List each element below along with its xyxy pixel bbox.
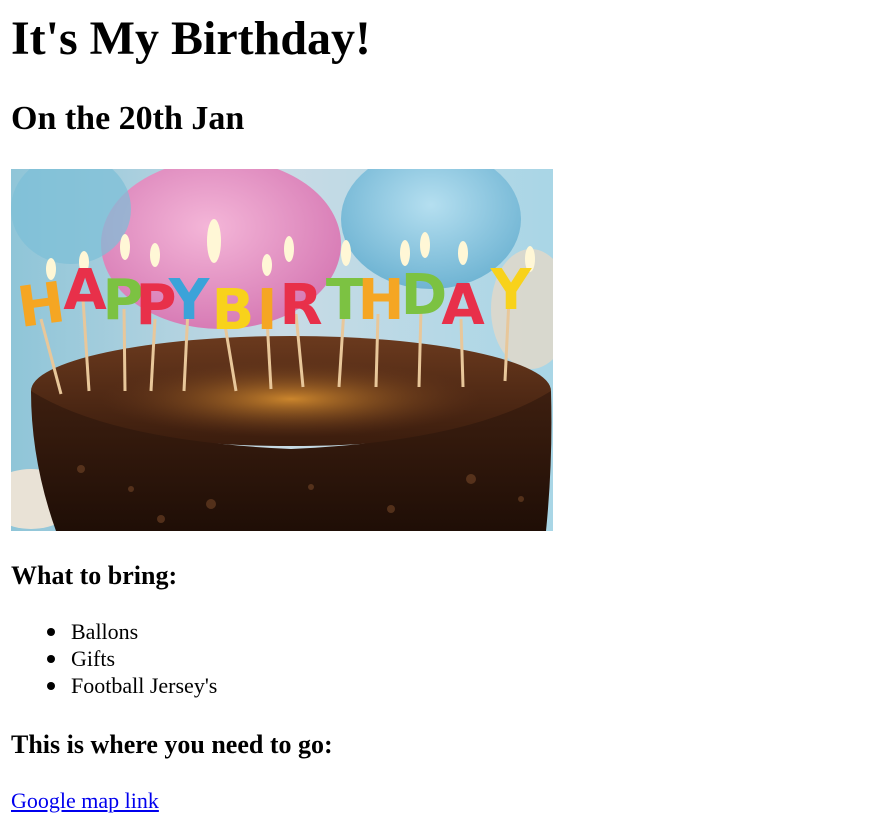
list-item: Ballons bbox=[47, 618, 217, 645]
svg-text:H: H bbox=[358, 268, 405, 333]
svg-text:A: A bbox=[63, 258, 107, 323]
svg-text:D: D bbox=[401, 263, 447, 328]
svg-text:I: I bbox=[257, 278, 278, 343]
page-title: It's My Birthday! bbox=[11, 12, 371, 65]
svg-text:B: B bbox=[212, 278, 255, 343]
list-item: Football Jersey's bbox=[47, 672, 217, 699]
svg-text:H: H bbox=[13, 270, 68, 341]
google-map-link[interactable]: Google map link bbox=[11, 787, 159, 814]
svg-text:Y: Y bbox=[168, 268, 211, 333]
page-subtitle: On the 20th Jan bbox=[11, 100, 245, 137]
list-item: Gifts bbox=[47, 645, 217, 672]
svg-text:A: A bbox=[441, 273, 485, 338]
bring-heading: What to bring: bbox=[11, 561, 178, 590]
svg-text:Y: Y bbox=[490, 258, 533, 323]
bring-list: Ballons Gifts Football Jersey's bbox=[47, 618, 217, 699]
location-heading: This is where you need to go: bbox=[11, 730, 333, 759]
birthday-cake-image: H A P P Y B I R T H D A Y bbox=[11, 169, 553, 531]
svg-text:R: R bbox=[279, 273, 322, 338]
